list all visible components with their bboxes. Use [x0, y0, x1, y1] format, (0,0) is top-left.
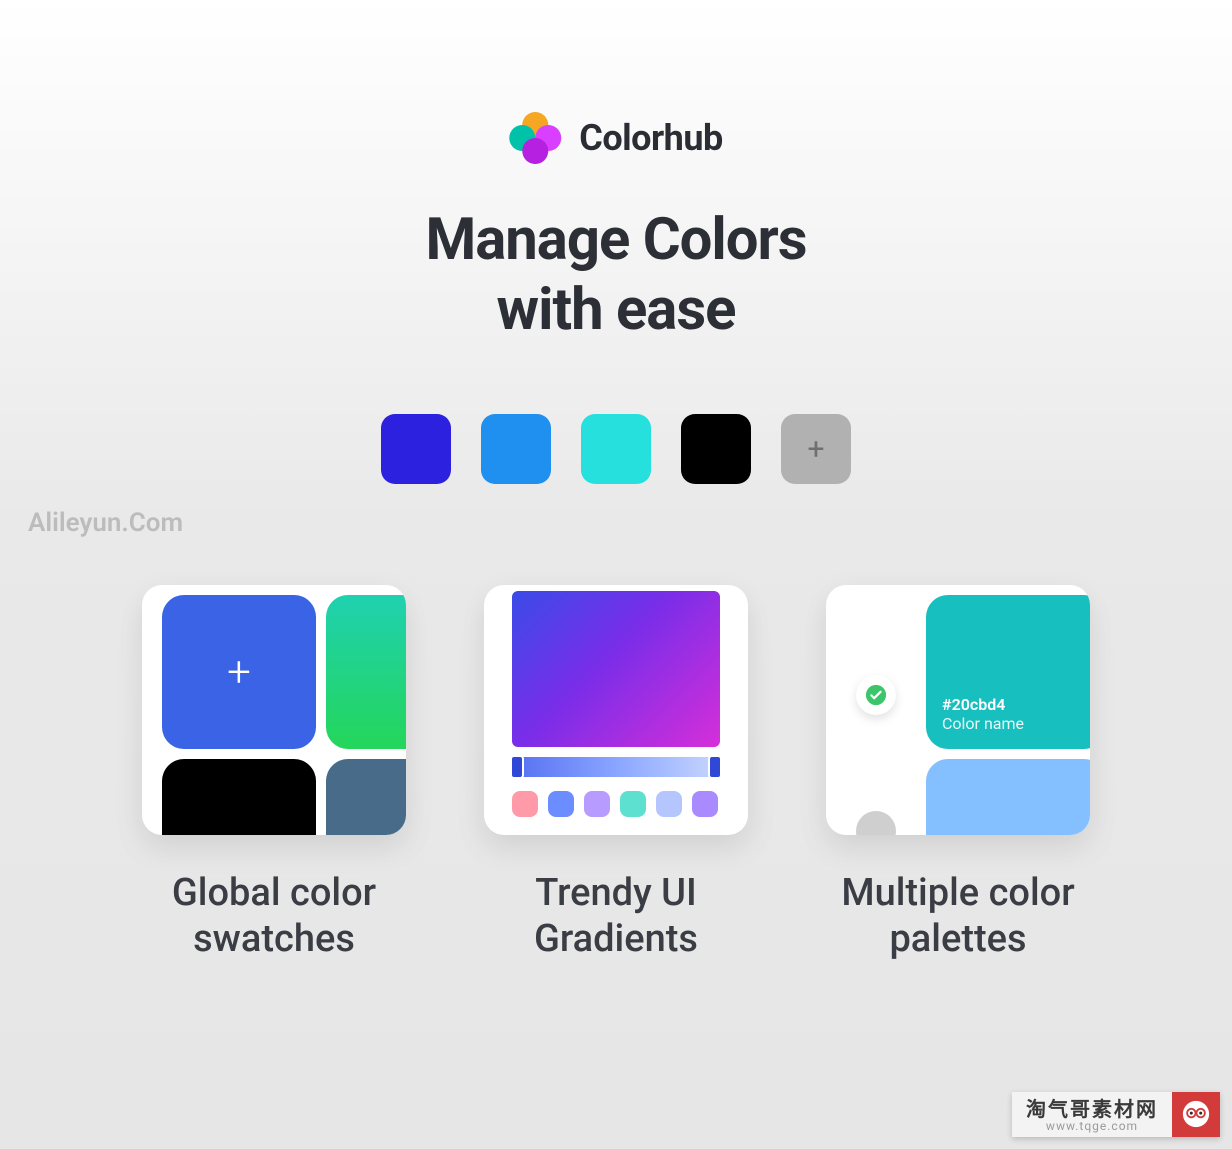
feature-title: Trendy UI Gradients: [534, 871, 698, 962]
feature-global-swatches[interactable]: Global color swatches: [142, 585, 406, 962]
brand-name: Colorhub: [579, 117, 722, 159]
feature-trendy-gradients[interactable]: Trendy UI Gradients: [484, 585, 748, 962]
check-icon: [856, 675, 896, 715]
chip: [584, 791, 610, 817]
chip: [692, 791, 718, 817]
swatch-tile: [326, 759, 406, 835]
watermark-badge: 淘气哥素材网 www.tqge.com: [1012, 1092, 1220, 1137]
page-title: Manage Colors with ease: [425, 206, 806, 345]
logo-icon: [509, 112, 561, 164]
swatch-1[interactable]: [381, 414, 451, 484]
feature-multiple-palettes[interactable]: #20cbd4 Color name Multiple color palett…: [826, 585, 1090, 962]
slider-handle-left-icon: [510, 755, 524, 779]
watermark-text: 淘气哥素材网 www.tqge.com: [1012, 1092, 1172, 1137]
watermark-line1: 淘气哥素材网: [1026, 1098, 1158, 1120]
feature-title: Global color swatches: [172, 871, 376, 962]
thumb-trendy-gradients: [484, 585, 748, 835]
chip: [512, 791, 538, 817]
gradient-preview: [512, 591, 720, 747]
watermark-left: Alileyun.Com: [28, 508, 183, 538]
brand: Colorhub: [509, 112, 722, 164]
swatch-tile: [162, 759, 316, 835]
palette-label: Color name: [942, 714, 1090, 733]
preset-chips: [512, 791, 720, 817]
swatch-3[interactable]: [581, 414, 651, 484]
dot-icon: [856, 811, 896, 835]
chip: [548, 791, 574, 817]
swatch-2[interactable]: [481, 414, 551, 484]
feature-cards: Global color swatches Trendy UI Gradient…: [142, 585, 1090, 962]
palette-tile: [926, 759, 1090, 835]
swatch-tile: [326, 595, 406, 749]
feature-title: Multiple color palettes: [841, 871, 1074, 962]
palette-tile-selected: #20cbd4 Color name: [926, 595, 1090, 749]
gradient-slider: [512, 757, 720, 777]
slider-handle-right-icon: [708, 755, 722, 779]
swatch-4[interactable]: [681, 414, 751, 484]
thumb-global-swatches: [142, 585, 406, 835]
palette-hex: #20cbd4: [942, 695, 1090, 714]
mascot-icon: [1172, 1092, 1220, 1137]
watermark-line2: www.tqge.com: [1026, 1120, 1158, 1133]
chip: [620, 791, 646, 817]
swatch-add-button[interactable]: [781, 414, 851, 484]
chip: [656, 791, 682, 817]
swatch-row: [381, 414, 851, 484]
thumb-multiple-palettes: #20cbd4 Color name: [826, 585, 1090, 835]
plus-icon: [162, 595, 316, 749]
